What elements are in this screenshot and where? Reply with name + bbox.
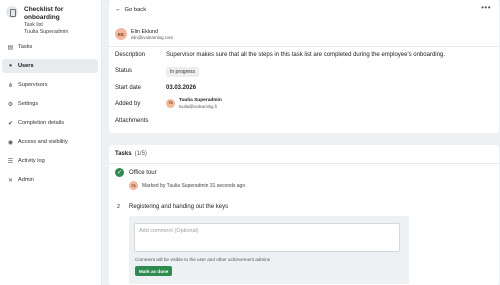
more-options-icon[interactable]: ••• <box>481 3 491 12</box>
check-icon[interactable]: ✓ <box>115 168 124 177</box>
eye-icon: ◉ <box>7 139 14 146</box>
task-title: Registering and handing out the keys <box>129 204 229 210</box>
task-marked-info: TS Marked by Tuulia Superadmin 31 second… <box>129 181 245 190</box>
sidebar-item-tasks[interactable]: ▤ Tasks <box>2 40 98 54</box>
list-icon: ☰ <box>7 158 14 165</box>
sidebar-item-supervisors[interactable]: ⋔ Supervisors <box>2 78 98 92</box>
sidebar-item-access-visibility[interactable]: ◉ Access and visibility <box>2 135 98 149</box>
status-label: Status <box>115 68 133 74</box>
comment-input[interactable] <box>134 223 400 252</box>
sidebar-item-label: Completion details <box>18 120 65 126</box>
tasks-card: Tasks (1/5) ✓ Office tour TS Marked by Tu… <box>109 145 499 285</box>
task-title: Office tour <box>129 170 157 176</box>
clipboard-icon: ▤ <box>7 44 14 51</box>
start-date-value: 03.03.2026 <box>166 85 197 91</box>
sidebar-item-label: Settings <box>18 101 39 107</box>
arrow-left-icon: ← <box>115 6 122 13</box>
avatar: EE <box>115 28 127 40</box>
go-back-link[interactable]: ← Go back <box>115 6 146 13</box>
user-email: elin@ivolearning.com <box>131 34 174 40</box>
user-info: EE Elin Eklund elin@ivolearning.com <box>115 28 173 40</box>
user-icon: ● <box>8 63 13 69</box>
sidebar-item-users[interactable]: ● Users <box>2 59 98 73</box>
mark-as-done-button[interactable]: Mark as done <box>135 266 173 276</box>
sidebar-title: Checklist for onboarding <box>24 6 64 21</box>
added-by-email: tuulia@ivolearning.fi <box>179 103 217 109</box>
sidebar-item-label: Tasks <box>18 44 33 50</box>
divider <box>109 163 499 164</box>
sidebar-item-label: Admin <box>18 177 34 183</box>
added-by-user: TS Tuulia Superadmin tuulia@ivolearning.… <box>166 98 222 109</box>
check-circle-icon: ✔ <box>7 120 14 127</box>
description-value: Supervisor makes sure that all the steps… <box>166 52 445 58</box>
sidebar-item-admin[interactable]: ✕ Admin <box>2 173 98 187</box>
sidebar-header: Checklist for onboarding Task list Tuuli… <box>0 0 101 38</box>
divider <box>109 46 499 47</box>
description-label: Description <box>115 52 146 58</box>
go-back-label: Go back <box>124 6 147 13</box>
added-by-name: Tuulia Superadmin <box>179 98 222 103</box>
comment-hint: Comment will be visible to the user and … <box>135 257 271 262</box>
sidebar-item-completion-details[interactable]: ✔ Completion details <box>2 116 98 130</box>
sidebar-item-activity-log[interactable]: ☰ Activity log <box>2 154 98 168</box>
details-card: ← Go back ••• EE Elin Eklund elin@ivolea… <box>109 0 499 133</box>
task-comment-panel: Comment will be visible to the user and … <box>129 216 409 284</box>
attachments-label: Attachments <box>115 118 149 124</box>
marked-by-text: Marked by Tuulia Superadmin 31 seconds a… <box>142 182 246 189</box>
sidebar-item-label: Supervisors <box>18 82 48 88</box>
gear-icon: ⚙ <box>7 101 14 108</box>
tasks-title: Tasks <box>115 151 132 157</box>
sidebar-item-settings[interactable]: ⚙ Settings <box>2 97 98 111</box>
sidebar-item-label: Users <box>18 63 34 69</box>
status-badge: In progress <box>166 67 200 77</box>
tasks-count: (1/5) <box>134 151 147 157</box>
sidebar: Checklist for onboarding Task list Tuuli… <box>0 0 102 285</box>
sidebar-item-label: Access and visibility <box>18 139 68 145</box>
sidebar-item-label: Activity log <box>18 158 45 164</box>
task-number: 2 <box>117 204 121 210</box>
checklist-icon <box>6 6 18 18</box>
added-by-label: Added by <box>115 101 141 107</box>
tasks-heading: Tasks (1/5) <box>115 151 147 157</box>
start-date-label: Start date <box>115 85 142 91</box>
hierarchy-icon: ⋔ <box>7 82 14 89</box>
avatar: TS <box>166 98 175 108</box>
avatar: TS <box>129 181 138 190</box>
tools-icon: ✕ <box>7 177 14 184</box>
sidebar-owner: Tuulia Superadmin <box>24 28 69 35</box>
